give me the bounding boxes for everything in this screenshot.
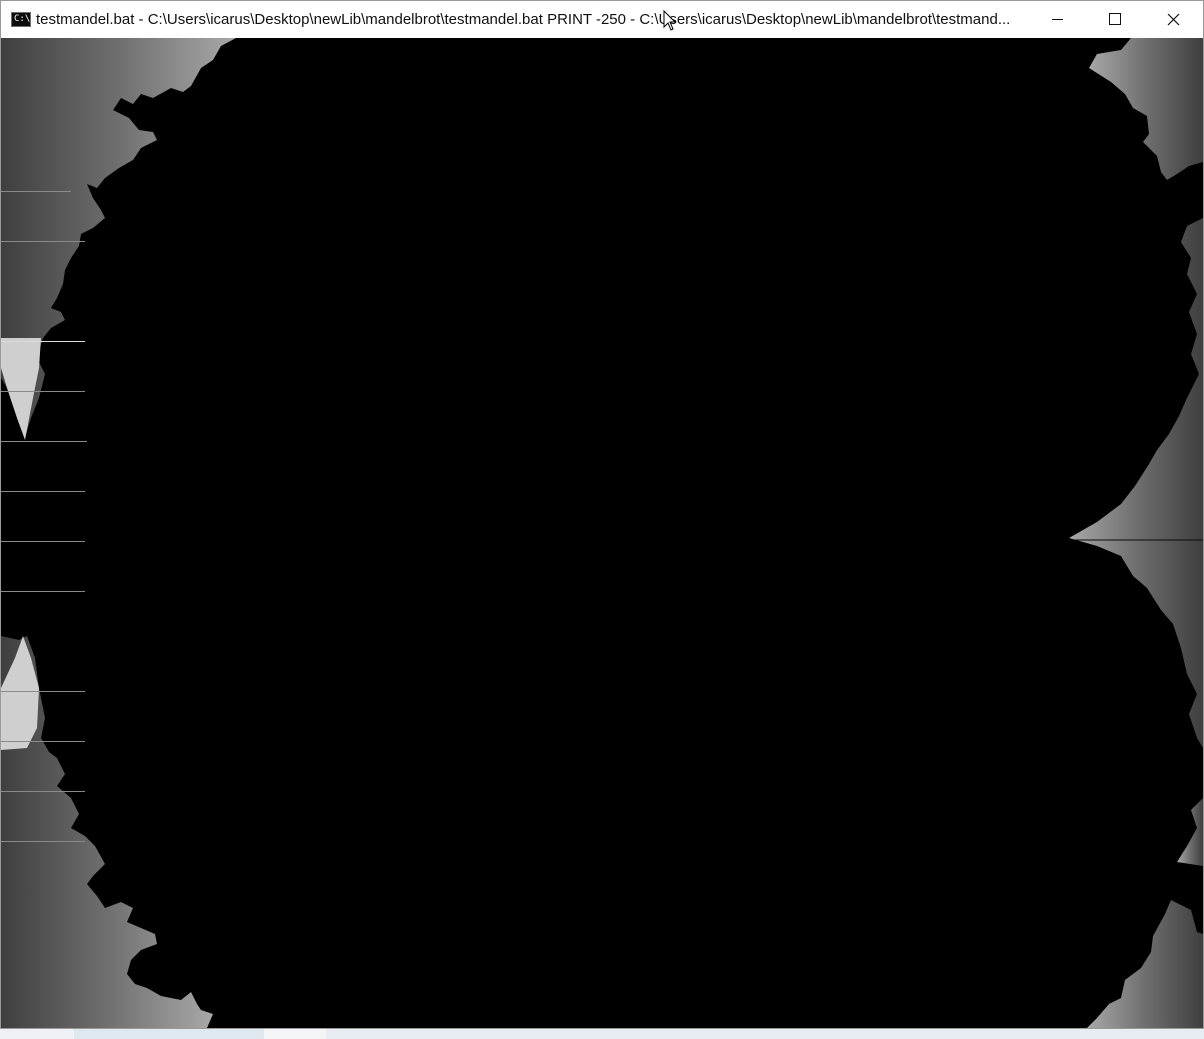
mandelbrot-render xyxy=(1,38,1203,1028)
maximize-icon xyxy=(1109,13,1121,25)
background-strip xyxy=(0,1029,1204,1039)
fractal-edge-right-top xyxy=(1089,38,1203,180)
fractal-edge-right-mid xyxy=(1069,218,1203,748)
background-segment xyxy=(326,1029,1204,1039)
close-icon xyxy=(1167,13,1180,26)
fractal-edge-right-bottom-corner xyxy=(1087,900,1203,1028)
fractal-edge-right-bottom xyxy=(1177,798,1203,866)
console-window: C:\. testmandel.bat - C:\Users\icarus\De… xyxy=(0,0,1204,1029)
minimize-button[interactable] xyxy=(1028,1,1086,38)
window-title: testmandel.bat - C:\Users\icarus\Desktop… xyxy=(36,11,1011,28)
background-segment xyxy=(74,1029,264,1039)
title-bar[interactable]: C:\. testmandel.bat - C:\Users\icarus\De… xyxy=(1,1,1203,38)
cmd-icon-text: C:\. xyxy=(14,14,36,24)
background-segment xyxy=(264,1029,326,1039)
maximize-button[interactable] xyxy=(1086,1,1144,38)
mouse-cursor-icon xyxy=(663,10,677,31)
minimize-icon xyxy=(1052,19,1063,20)
close-button[interactable] xyxy=(1144,1,1202,38)
cmd-console-icon[interactable]: C:\. xyxy=(11,12,36,27)
fractal-canvas xyxy=(1,38,1203,1028)
